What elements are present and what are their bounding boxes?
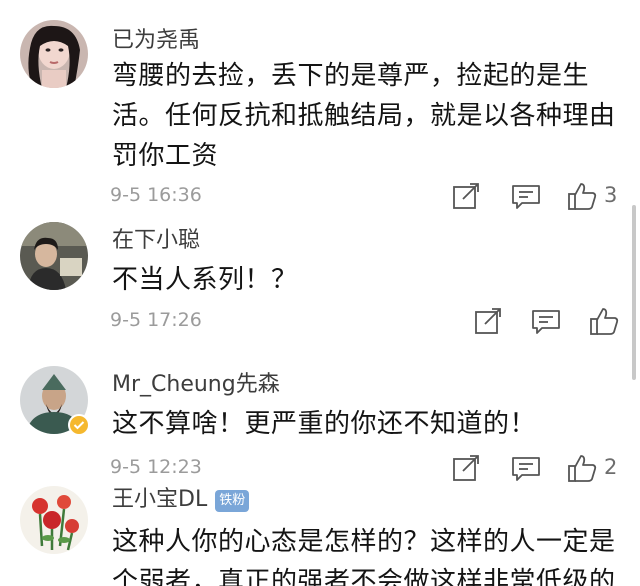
comment-text: 弯腰的去捡，丢下的是尊严，捡起的是生活。任何反抗和抵触结局，就是以各种理由罚你工…: [112, 61, 616, 171]
timestamp: 9-5 16:36: [110, 184, 202, 206]
avatar[interactable]: [20, 486, 88, 554]
timestamp: 9-5 17:26: [110, 309, 202, 331]
avatar[interactable]: [20, 222, 88, 290]
like-count: 3: [604, 183, 618, 207]
comment-icon[interactable]: [530, 305, 562, 337]
comment-icon[interactable]: [510, 180, 542, 212]
repost-icon[interactable]: [450, 180, 482, 212]
avatar[interactable]: [20, 20, 88, 88]
thumbs-up-icon[interactable]: [566, 180, 598, 212]
fan-badge: 铁粉: [215, 490, 250, 512]
comment-meta: 9-5 16:36 3: [0, 180, 640, 214]
username-text: 王小宝DL: [112, 487, 208, 512]
username[interactable]: Mr_Cheung先森: [112, 372, 280, 398]
timestamp: 9-5 12:23: [110, 456, 202, 478]
repost-icon[interactable]: [450, 452, 482, 484]
username[interactable]: 王小宝DL 铁粉: [112, 487, 250, 513]
scrollbar[interactable]: [632, 205, 636, 380]
thumbs-up-icon[interactable]: [566, 452, 598, 484]
comment-icon[interactable]: [510, 452, 542, 484]
comment-meta: 9-5 17:26: [0, 305, 640, 339]
comment-text: 这不算啥！更严重的你还不知道的！: [112, 409, 537, 439]
repost-icon[interactable]: [472, 305, 504, 337]
comment-text: 不当人系列！？: [112, 265, 298, 295]
comment-meta: 9-5 12:23 2: [0, 452, 640, 486]
like-count: 2: [604, 455, 618, 479]
username[interactable]: 已为尧禹: [112, 28, 200, 54]
comment-list: 已为尧禹 弯腰的去捡，丢下的是尊严，捡起的是生活。任何反抗和抵触结局，就是以各种…: [0, 0, 640, 586]
username[interactable]: 在下小聪: [112, 228, 200, 254]
verified-badge-icon: [68, 414, 90, 436]
thumbs-up-icon[interactable]: [588, 305, 620, 337]
comment-text: 这种人你的心态是怎样的？这样的人一定是个弱者，真正的强者不会做这样非常低级的: [112, 527, 616, 586]
